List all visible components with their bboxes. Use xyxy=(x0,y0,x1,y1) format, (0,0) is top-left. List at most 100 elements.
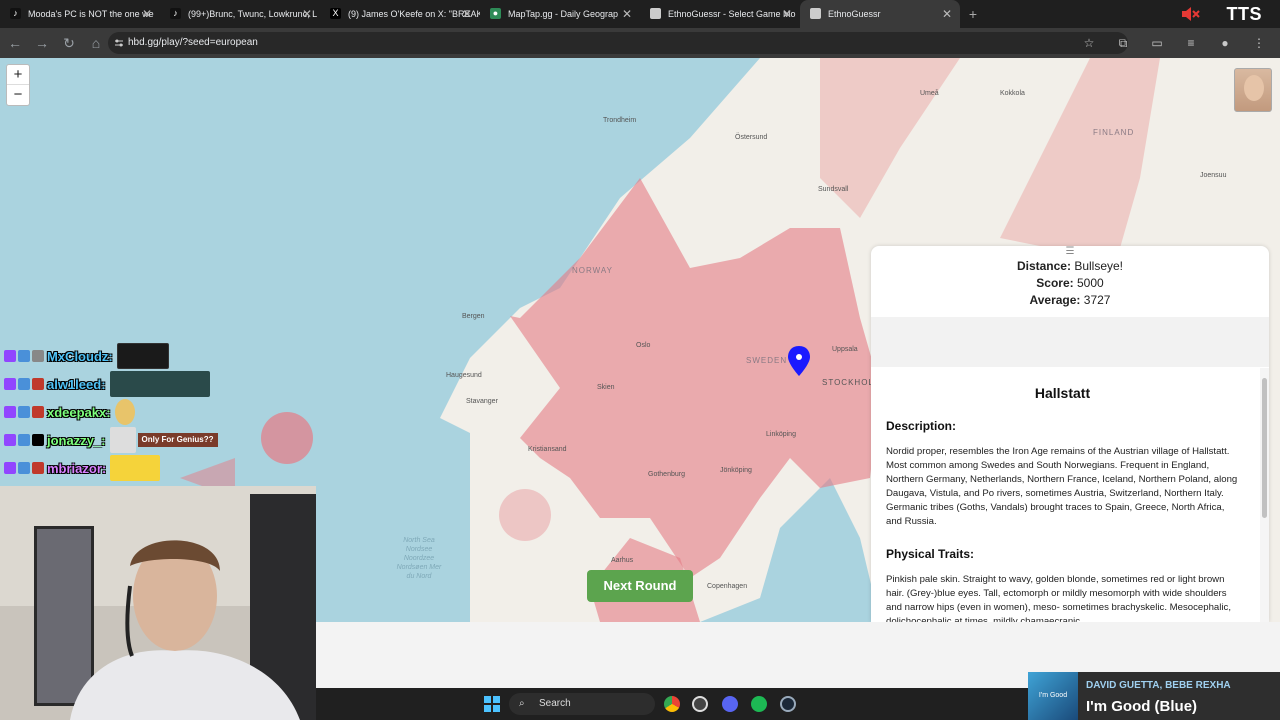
badge-icon xyxy=(18,434,30,446)
average-value: 3727 xyxy=(1083,293,1111,307)
place-label: Uppsala xyxy=(832,346,858,353)
place-label: Joensuu xyxy=(1200,172,1227,179)
close-icon[interactable]: ✕ xyxy=(300,7,314,21)
reload-icon[interactable]: ↻ xyxy=(57,31,81,55)
panel-divider xyxy=(871,317,1269,367)
home-icon[interactable]: ⌂ xyxy=(84,31,108,55)
country-label-sweden: SWEDEN xyxy=(746,356,788,365)
close-icon[interactable]: ✕ xyxy=(940,7,954,21)
taskbar-search[interactable]: ⌕ Search xyxy=(509,693,655,715)
phenotype-title: Hallstatt xyxy=(1034,385,1091,401)
new-tab-button[interactable]: + xyxy=(960,0,986,28)
zoom-in-button[interactable]: + xyxy=(7,65,29,85)
score-label: Score: xyxy=(1036,276,1074,290)
score-value: 5000 xyxy=(1077,276,1104,290)
drag-handle-icon[interactable]: ☰ xyxy=(871,246,1269,258)
now-playing-widget: I'm Good DAVID GUETTA, BEBE REXHA I'm Go… xyxy=(1028,672,1280,720)
close-icon[interactable]: ✕ xyxy=(780,7,794,21)
place-label: Oslo xyxy=(636,342,651,349)
streamer-figure xyxy=(70,540,300,720)
tab-2-label: (99+)Brunc, Twunc, Lowkrunc, L xyxy=(188,9,318,19)
windows-start-icon[interactable] xyxy=(484,696,500,712)
badge-icon xyxy=(32,378,44,390)
place-label: Stavanger xyxy=(466,398,498,405)
tab-3[interactable]: X (9) James O'Keefe on X: "BREAK ✕ xyxy=(320,0,480,28)
close-icon[interactable]: ✕ xyxy=(620,7,634,21)
obs-icon[interactable] xyxy=(692,696,708,712)
place-label: Gothenburg xyxy=(648,471,685,478)
place-label: Linköping xyxy=(766,431,796,438)
place-label: Copenhagen xyxy=(707,583,748,590)
tab-1[interactable]: ♪ Mooda's PC is NOT the one we ✕ xyxy=(0,0,160,28)
site-info-icon[interactable] xyxy=(114,38,124,48)
description-heading: Description: xyxy=(886,419,957,433)
place-label: Aarhus xyxy=(611,557,634,564)
place-label: Bergen xyxy=(462,313,485,320)
address-toolbar: ← → ↻ ⌂ hbd.gg/play/?seed=european ☆ ⧉ ▭… xyxy=(0,28,1280,58)
phenotype-details: Hallstatt Description: Nordid proper, re… xyxy=(871,367,1269,622)
result-stats: Distance: Bullseye! Score: 5000 Average:… xyxy=(871,258,1269,309)
tab-6-label: EthnoGuessr xyxy=(828,9,881,19)
sea-label: North Sea Nordsee Noordzee Nordsøen Mer … xyxy=(396,537,442,580)
extensions-icon[interactable]: ⧉ xyxy=(1106,32,1140,54)
chat-badges xyxy=(4,462,44,474)
profile-icon[interactable]: ● xyxy=(1208,32,1242,54)
chat-username: alw1leed: xyxy=(47,376,106,392)
chat-badges xyxy=(4,434,44,446)
badge-icon xyxy=(4,406,16,418)
chat-username: jonazzy_: xyxy=(47,432,106,448)
zoom-out-button[interactable]: − xyxy=(7,85,29,105)
scrollbar-thumb[interactable] xyxy=(1262,378,1267,518)
tiktok-icon: ♪ xyxy=(10,8,21,19)
chrome-icon[interactable] xyxy=(664,696,680,712)
webcam-feed xyxy=(0,486,316,720)
tab-4[interactable]: ● MapTap.gg - Daily Geograp ✕ xyxy=(480,0,640,28)
badge-icon xyxy=(32,350,44,362)
close-icon[interactable]: ✕ xyxy=(140,7,154,21)
page-icon xyxy=(650,8,661,19)
chat-badges xyxy=(4,378,44,390)
tab-6[interactable]: EthnoGuessr ✕ xyxy=(800,0,960,28)
badge-icon xyxy=(4,350,16,362)
forward-arrow-icon[interactable]: → xyxy=(30,31,54,55)
tab-5[interactable]: EthnoGuessr - Select Game Mo ✕ xyxy=(640,0,800,28)
place-label: Umeå xyxy=(920,90,939,97)
tab-4-label: MapTap.gg - Daily Geograp xyxy=(508,9,619,19)
badge-icon xyxy=(18,462,30,474)
emote-image xyxy=(114,399,135,425)
place-label: Jönköping xyxy=(720,467,752,474)
badge-icon xyxy=(18,350,30,362)
chat-message: jonazzy_: Only For Genius?? xyxy=(4,426,324,454)
face-thumbnail[interactable] xyxy=(1234,68,1272,112)
emote-image xyxy=(116,343,169,369)
url-input[interactable]: hbd.gg/play/?seed=european xyxy=(108,32,1128,54)
bookmark-star-icon[interactable]: ☆ xyxy=(1072,32,1106,54)
cast-icon[interactable]: ▭ xyxy=(1140,32,1174,54)
back-arrow-icon[interactable]: ← xyxy=(3,31,27,55)
average-label: Average: xyxy=(1029,293,1081,307)
traits-text: Pinkish pale skin. Straight to wavy, gol… xyxy=(886,574,1231,622)
tab-2[interactable]: ♪ (99+)Brunc, Twunc, Lowkrunc, L ✕ xyxy=(160,0,320,28)
badge-icon xyxy=(4,462,16,474)
browser-tab-bar: ♪ Mooda's PC is NOT the one we ✕ ♪ (99+)Bru… xyxy=(0,0,1280,28)
chat-message: alw1leed: xyxy=(4,370,324,398)
media-control-icon[interactable]: ≡ xyxy=(1174,32,1208,54)
steam-icon[interactable] xyxy=(780,696,796,712)
spotify-icon[interactable] xyxy=(751,696,767,712)
tiktok-icon: ♪ xyxy=(170,8,181,19)
panel-scrollbar[interactable] xyxy=(1260,368,1269,622)
discord-icon[interactable] xyxy=(722,696,738,712)
place-label: Östersund xyxy=(735,134,768,141)
badge-icon xyxy=(32,434,44,446)
menu-kebab-icon[interactable]: ⋮ xyxy=(1242,32,1276,54)
tab-1-label: Mooda's PC is NOT the one we xyxy=(28,9,154,19)
muted-speaker-icon xyxy=(1182,7,1200,21)
chat-username: mbriazor: xyxy=(47,460,107,476)
close-icon[interactable]: ✕ xyxy=(460,7,474,21)
distance-label: Distance: xyxy=(1016,259,1071,273)
badge-icon xyxy=(18,406,30,418)
badge-icon xyxy=(18,378,30,390)
url-text: hbd.gg/play/?seed=european xyxy=(128,37,258,48)
next-round-button[interactable]: Next Round xyxy=(587,570,693,602)
country-label-finland: FINLAND xyxy=(1093,128,1135,137)
